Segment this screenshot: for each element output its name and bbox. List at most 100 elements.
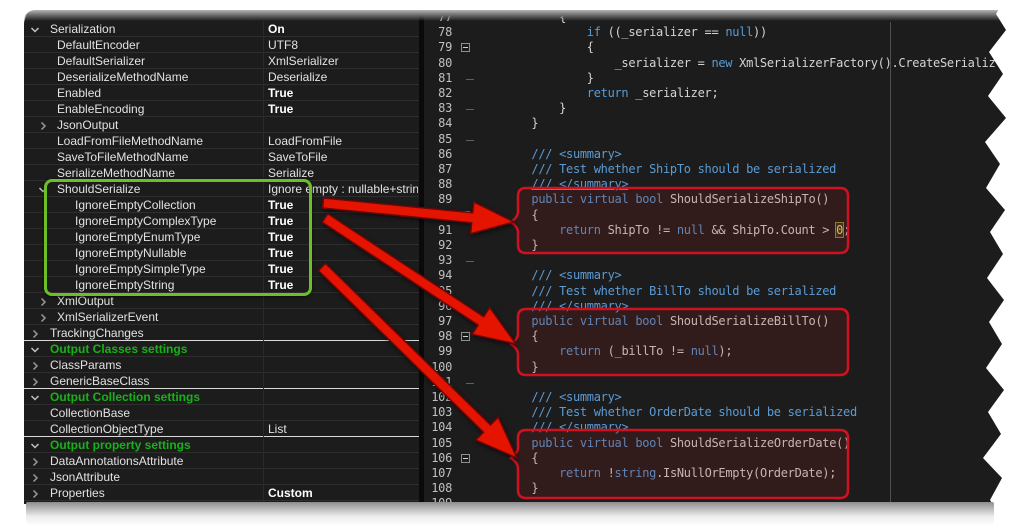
fold-end-marker-icon [466,109,474,110]
collapsed-chevron-icon[interactable] [38,120,48,130]
code-line[interactable]: 103 /// Test whether OrderDate should be… [424,405,1006,421]
collapsed-chevron-icon[interactable] [30,472,40,482]
code-text: /// Test whether BillTo should be serial… [476,284,836,299]
property-row[interactable]: EnabledTrue [24,85,419,101]
collapsed-chevron-icon[interactable] [30,488,40,498]
code-line[interactable]: 78 if ((_serializer == null)) [424,25,1006,41]
code-line[interactable]: 81 } [424,71,1006,87]
property-row[interactable]: GenericBaseClass [24,373,419,389]
code-line[interactable]: 94 /// <summary> [424,268,1006,284]
collapsed-chevron-icon[interactable] [38,312,48,322]
expanded-chevron-icon[interactable] [30,440,40,450]
property-row[interactable]: IgnoreEmptyComplexTypeTrue [24,213,419,229]
property-row[interactable]: XmlOutput [24,293,419,309]
code-line[interactable]: 92 } [424,238,1006,254]
collapsed-chevron-icon[interactable] [30,360,40,370]
property-row[interactable]: IgnoreEmptySimpleTypeTrue [24,261,419,277]
property-row[interactable]: JsonAttribute [24,469,419,485]
code-editor[interactable]: 77 {78 if ((_serializer == null))79 {80 … [424,0,1006,531]
property-label: ShouldSerialize [57,182,140,196]
fold-collapse-icon[interactable] [461,211,470,220]
expanded-chevron-icon[interactable] [30,344,40,354]
collapsed-chevron-icon[interactable] [38,296,48,306]
column-divider [263,21,264,502]
collapsed-chevron-icon[interactable] [30,456,40,466]
code-line[interactable]: 79 { [424,40,1006,56]
code-line[interactable]: 95 /// Test whether BillTo should be ser… [424,284,1006,300]
code-line[interactable]: 82 return _serializer; [424,86,1006,102]
property-row[interactable]: ClassParams [24,357,419,373]
code-line[interactable]: 87 /// Test whether ShipTo should be ser… [424,162,1006,178]
category-row[interactable]: Output Classes settings [24,341,419,357]
code-line[interactable]: 80 _serializer = new XmlSerializerFactor… [424,56,1006,72]
fold-end-marker-icon [466,79,474,80]
fold-collapse-icon[interactable] [461,43,470,52]
fold-collapse-icon[interactable] [461,454,470,463]
code-token: bool [635,192,663,206]
category-row[interactable]: Output Collection settings [24,389,419,405]
code-line[interactable]: 101 [424,375,1006,391]
property-row[interactable]: CollectionBase [24,405,419,421]
property-row[interactable]: SerializeMethodNameSerialize [24,165,419,181]
line-number: 86 [424,147,452,161]
code-line[interactable]: 84 } [424,116,1006,132]
code-line[interactable]: 96 /// </summary> [424,299,1006,315]
code-line[interactable]: 102 /// <summary> [424,390,1006,406]
fold-collapse-icon[interactable] [461,332,470,341]
code-line[interactable]: 97 public virtual bool ShouldSerializeBi… [424,314,1006,330]
property-row[interactable]: IgnoreEmptyEnumTypeTrue [24,229,419,245]
code-line[interactable]: 100 } [424,360,1006,376]
code-line[interactable]: 85 [424,132,1006,148]
property-label: JsonOutput [57,118,118,132]
property-row[interactable]: CollectionObjectTypeList [24,421,419,437]
property-row[interactable]: IgnoreEmptyCollectionTrue [24,197,419,213]
collapsed-chevron-icon[interactable] [30,376,40,386]
property-row[interactable]: JsonOutput [24,117,419,133]
property-row[interactable]: TrackingChanges [24,325,419,341]
expanded-chevron-icon[interactable] [30,24,40,34]
property-row[interactable]: ShouldSerializeIgnore empty : nullable+s… [24,181,419,197]
code-text: /// <summary> [476,390,621,405]
code-line[interactable]: 83 } [424,101,1006,117]
line-number: 88 [424,177,452,191]
code-token: XmlSerializerFactory().CreateSerializ [732,56,995,70]
expanded-chevron-icon[interactable] [38,184,48,194]
property-row[interactable]: IgnoreEmptyStringTrue [24,277,419,293]
code-line[interactable]: 88 /// </summary> [424,177,1006,193]
collapsed-chevron-icon[interactable] [30,328,40,338]
property-row[interactable]: XmlSerializerEvent [24,309,419,325]
line-number: 105 [424,436,452,450]
code-token [573,192,580,206]
code-line[interactable]: 107 return !string.IsNullOrEmpty(OrderDa… [424,466,1006,482]
property-row[interactable]: IgnoreEmptyNullableTrue [24,245,419,261]
property-row[interactable]: LoadFromFileMethodNameLoadFromFile [24,133,419,149]
code-token: } [559,101,566,115]
code-line[interactable]: 90 { [424,208,1006,224]
property-row[interactable]: SaveToFileMethodNameSaveToFile [24,149,419,165]
line-number: 103 [424,405,452,419]
expanded-chevron-icon[interactable] [30,392,40,402]
code-line[interactable]: 91 return ShipTo != null && ShipTo.Count… [424,223,1006,239]
property-value: True [268,102,418,116]
code-line[interactable]: 106 { [424,451,1006,467]
property-row[interactable]: DefaultEncoderUTF8 [24,37,419,53]
code-line[interactable]: 98 { [424,329,1006,345]
property-row[interactable]: DeserializeMethodNameDeserialize [24,69,419,85]
code-line[interactable]: 105 public virtual bool ShouldSerializeO… [424,436,1006,452]
property-row[interactable]: EnableEncodingTrue [24,101,419,117]
code-line[interactable]: 89 public virtual bool ShouldSerializeSh… [424,192,1006,208]
property-value: True [268,214,418,228]
category-row[interactable]: Output property settings [24,437,419,453]
property-row[interactable]: DefaultSerializerXmlSerializer [24,53,419,69]
property-row[interactable]: SerializationOn [24,21,419,37]
code-line[interactable]: 108 } [424,481,1006,497]
code-line[interactable]: 104 /// </summary> [424,420,1006,436]
code-line[interactable]: 86 /// <summary> [424,147,1006,163]
code-line[interactable]: 99 return (_billTo != null); [424,344,1006,360]
code-line[interactable]: 109 [424,496,1006,512]
property-value: Deserialize [268,70,418,84]
property-row[interactable]: DataAnnotationsAttribute [24,453,419,469]
code-line[interactable]: 93 [424,253,1006,269]
code-token: } [531,238,538,252]
property-row[interactable]: PropertiesCustom [24,485,419,501]
